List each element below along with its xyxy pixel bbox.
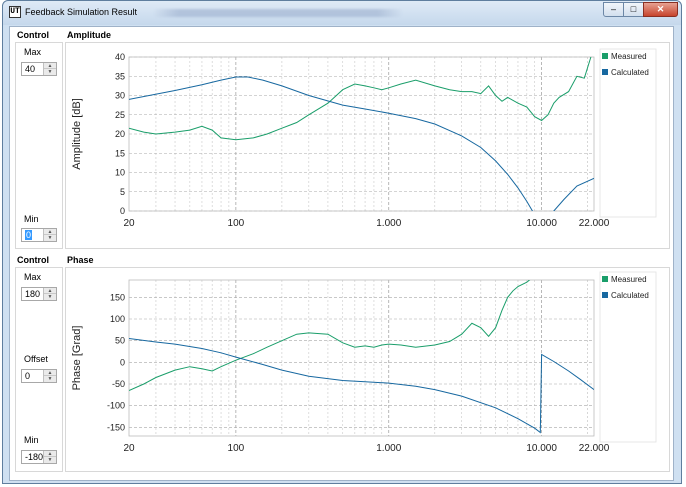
spin-down-icon[interactable]: ▼ (44, 69, 56, 75)
amplitude-max-label: Max (24, 47, 42, 57)
amplitude-min-label: Min (24, 214, 39, 224)
phase-max-value[interactable]: 180 (25, 289, 40, 299)
amplitude-y-tick-label: 35 (115, 71, 125, 81)
spin-down-icon[interactable]: ▼ (44, 457, 56, 463)
phase-control-panel: Max 180 ▲ ▼ Offset 0 ▲ ▼ Min -180 ▲ ▼ (15, 267, 63, 472)
client-area: Control Max 40 ▲ ▼ Min 0 ▲ ▼ Amplitude 0… (9, 26, 674, 481)
amplitude-x-tick-label: 1.000 (376, 218, 401, 229)
phase-offset-spinner[interactable]: 0 ▲ ▼ (21, 369, 57, 383)
app-logo-icon: UT (9, 6, 21, 18)
amplitude-y-tick-label: 20 (115, 129, 125, 139)
phase-x-tick-label: 10.000 (526, 443, 557, 454)
amplitude-y-axis-label: Amplitude [dB] (71, 98, 83, 170)
phase-min-value[interactable]: -180 (25, 452, 43, 462)
phase-x-tick-label: 1.000 (376, 443, 401, 454)
amplitude-legend-swatch (602, 53, 608, 59)
phase-x-tick-label: 20 (123, 443, 135, 454)
amplitude-y-tick-label: 0 (120, 206, 125, 216)
app-window: UT Feedback Simulation Result – □ ✕ Cont… (2, 0, 682, 484)
amplitude-x-tick-label: 22.000 (579, 218, 610, 229)
amplitude-control-panel: Max 40 ▲ ▼ Min 0 ▲ ▼ (15, 42, 63, 249)
phase-x-tick-label: 22.000 (579, 443, 610, 454)
amplitude-x-tick-label: 20 (123, 218, 135, 229)
spin-down-icon[interactable]: ▼ (44, 235, 56, 241)
phase-min-stepper[interactable]: ▲ ▼ (43, 451, 56, 463)
phase-max-label: Max (24, 272, 42, 282)
phase-legend-label: Calculated (611, 291, 649, 300)
phase-chart[interactable]: -150 -100 -50 0 50 100 150 20 100 1.000 10.000 22.0… (66, 268, 669, 471)
phase-y-tick-label: 100 (110, 314, 125, 324)
phase-x-tick-label: 100 (228, 443, 245, 454)
amplitude-series-calculated (129, 76, 594, 211)
spin-down-icon[interactable]: ▼ (44, 376, 56, 382)
phase-y-axis-label: Phase [Grad] (71, 326, 83, 391)
phase-y-tick-label: -100 (107, 401, 125, 411)
phase-series-calculated (129, 338, 594, 434)
amplitude-control-title: Control (17, 30, 49, 40)
amplitude-legend-swatch (602, 69, 608, 75)
phase-plot-frame (128, 279, 595, 437)
phase-offset-stepper[interactable]: ▲ ▼ (43, 370, 56, 382)
amplitude-y-tick-label: 5 (120, 187, 125, 197)
phase-legend-swatch (602, 276, 608, 282)
close-button[interactable]: ✕ (643, 2, 678, 17)
phase-chart-title: Phase (67, 255, 94, 265)
amplitude-y-tick-label: 25 (115, 110, 125, 120)
minimize-button[interactable]: – (603, 2, 624, 17)
amplitude-max-stepper[interactable]: ▲ ▼ (43, 63, 56, 75)
amplitude-min-spinner[interactable]: 0 ▲ ▼ (21, 228, 57, 242)
phase-min-label: Min (24, 435, 39, 445)
amplitude-series-measured (129, 57, 592, 141)
title-bar[interactable]: UT Feedback Simulation Result (3, 1, 681, 25)
phase-legend-swatch (602, 292, 608, 298)
amplitude-chart[interactable]: 0 5 10 15 20 25 30 35 40 20 100 1.000 10.000 22.000 Am… (66, 43, 669, 248)
phase-y-tick-label: 150 (110, 292, 125, 302)
phase-min-spinner[interactable]: -180 ▲ ▼ (21, 450, 57, 464)
phase-y-tick-label: -50 (112, 379, 125, 389)
amplitude-max-spinner[interactable]: 40 ▲ ▼ (21, 62, 57, 76)
amplitude-y-tick-label: 10 (115, 168, 125, 178)
amplitude-x-tick-label: 10.000 (526, 218, 557, 229)
amplitude-y-tick-label: 15 (115, 148, 125, 158)
amplitude-chart-title: Amplitude (67, 30, 111, 40)
amplitude-chart-panel: 0 5 10 15 20 25 30 35 40 20 100 1.000 10.000 22.000 Am… (65, 42, 670, 249)
maximize-button[interactable]: □ (623, 2, 644, 17)
amplitude-min-value[interactable]: 0 (25, 230, 33, 240)
amplitude-legend-label: Measured (611, 52, 647, 61)
amplitude-y-tick-label: 30 (115, 91, 125, 101)
spin-down-icon[interactable]: ▼ (44, 294, 56, 300)
phase-y-tick-label: -150 (107, 422, 125, 432)
phase-control-title: Control (17, 255, 49, 265)
phase-max-spinner[interactable]: 180 ▲ ▼ (21, 287, 57, 301)
phase-y-tick-label: 50 (115, 336, 125, 346)
amplitude-legend-label: Calculated (611, 68, 649, 77)
phase-offset-label: Offset (24, 354, 48, 364)
phase-offset-value[interactable]: 0 (25, 371, 30, 381)
amplitude-y-tick-label: 40 (115, 52, 125, 62)
blurred-region (153, 9, 403, 17)
window-title: Feedback Simulation Result (25, 7, 138, 17)
phase-max-stepper[interactable]: ▲ ▼ (43, 288, 56, 300)
amplitude-min-stepper[interactable]: ▲ ▼ (43, 229, 56, 241)
amplitude-x-tick-label: 100 (228, 218, 245, 229)
phase-chart-panel: -150 -100 -50 0 50 100 150 20 100 1.000 10.000 22.0… (65, 267, 670, 472)
amplitude-max-value[interactable]: 40 (25, 64, 35, 74)
phase-legend-label: Measured (611, 275, 647, 284)
phase-y-tick-label: 0 (120, 357, 125, 367)
